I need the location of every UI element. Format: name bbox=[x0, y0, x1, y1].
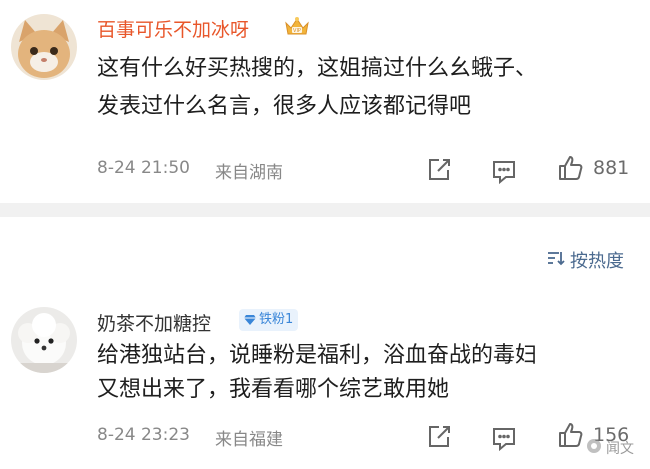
fan-badge-label: 铁粉1 bbox=[259, 312, 294, 327]
like-count: 881 bbox=[593, 157, 630, 179]
comment-date: 8-24 21:50 bbox=[97, 158, 190, 178]
reply-icon[interactable] bbox=[490, 424, 518, 452]
share-icon[interactable] bbox=[425, 423, 453, 451]
section-divider bbox=[0, 203, 650, 217]
watermark-logo-icon bbox=[586, 438, 602, 458]
like-icon[interactable] bbox=[556, 154, 584, 182]
sort-icon bbox=[546, 248, 566, 273]
sort-label: 按热度 bbox=[570, 251, 624, 272]
comment-text-line: 这有什么好买热搜的，这姐搞过什么幺蛾子、 bbox=[97, 56, 538, 81]
diamond-icon bbox=[244, 315, 256, 325]
fan-badge: 铁粉1 bbox=[239, 309, 299, 331]
comment-text-line: 发表过什么名言，很多人应该都记得吧 bbox=[97, 94, 472, 119]
comment-location: 来自福建 bbox=[215, 430, 283, 450]
svg-text:VIP: VIP bbox=[293, 28, 301, 34]
username[interactable]: 百事可乐不加冰呀 bbox=[97, 15, 249, 42]
avatar[interactable] bbox=[11, 307, 77, 373]
reply-icon[interactable] bbox=[490, 157, 518, 185]
like-icon[interactable] bbox=[556, 421, 584, 449]
share-icon[interactable] bbox=[425, 156, 453, 184]
vip-crown-icon: VIP bbox=[283, 15, 311, 37]
avatar[interactable] bbox=[11, 14, 77, 80]
watermark: 闻文 bbox=[586, 438, 634, 458]
sort-by-hot-button[interactable]: 按热度 bbox=[546, 247, 624, 273]
comment-text-line: 又想出来了，我看看哪个综艺敢用她 bbox=[97, 377, 450, 402]
comment-location: 来自湖南 bbox=[215, 163, 283, 183]
watermark-text: 闻文 bbox=[606, 441, 634, 457]
comment-text-line: 给港独站台，说睡粉是福利，浴血奋战的毒妇 bbox=[97, 343, 538, 368]
username[interactable]: 奶茶不加糖控 bbox=[97, 309, 211, 336]
comment-date: 8-24 23:23 bbox=[97, 425, 190, 445]
